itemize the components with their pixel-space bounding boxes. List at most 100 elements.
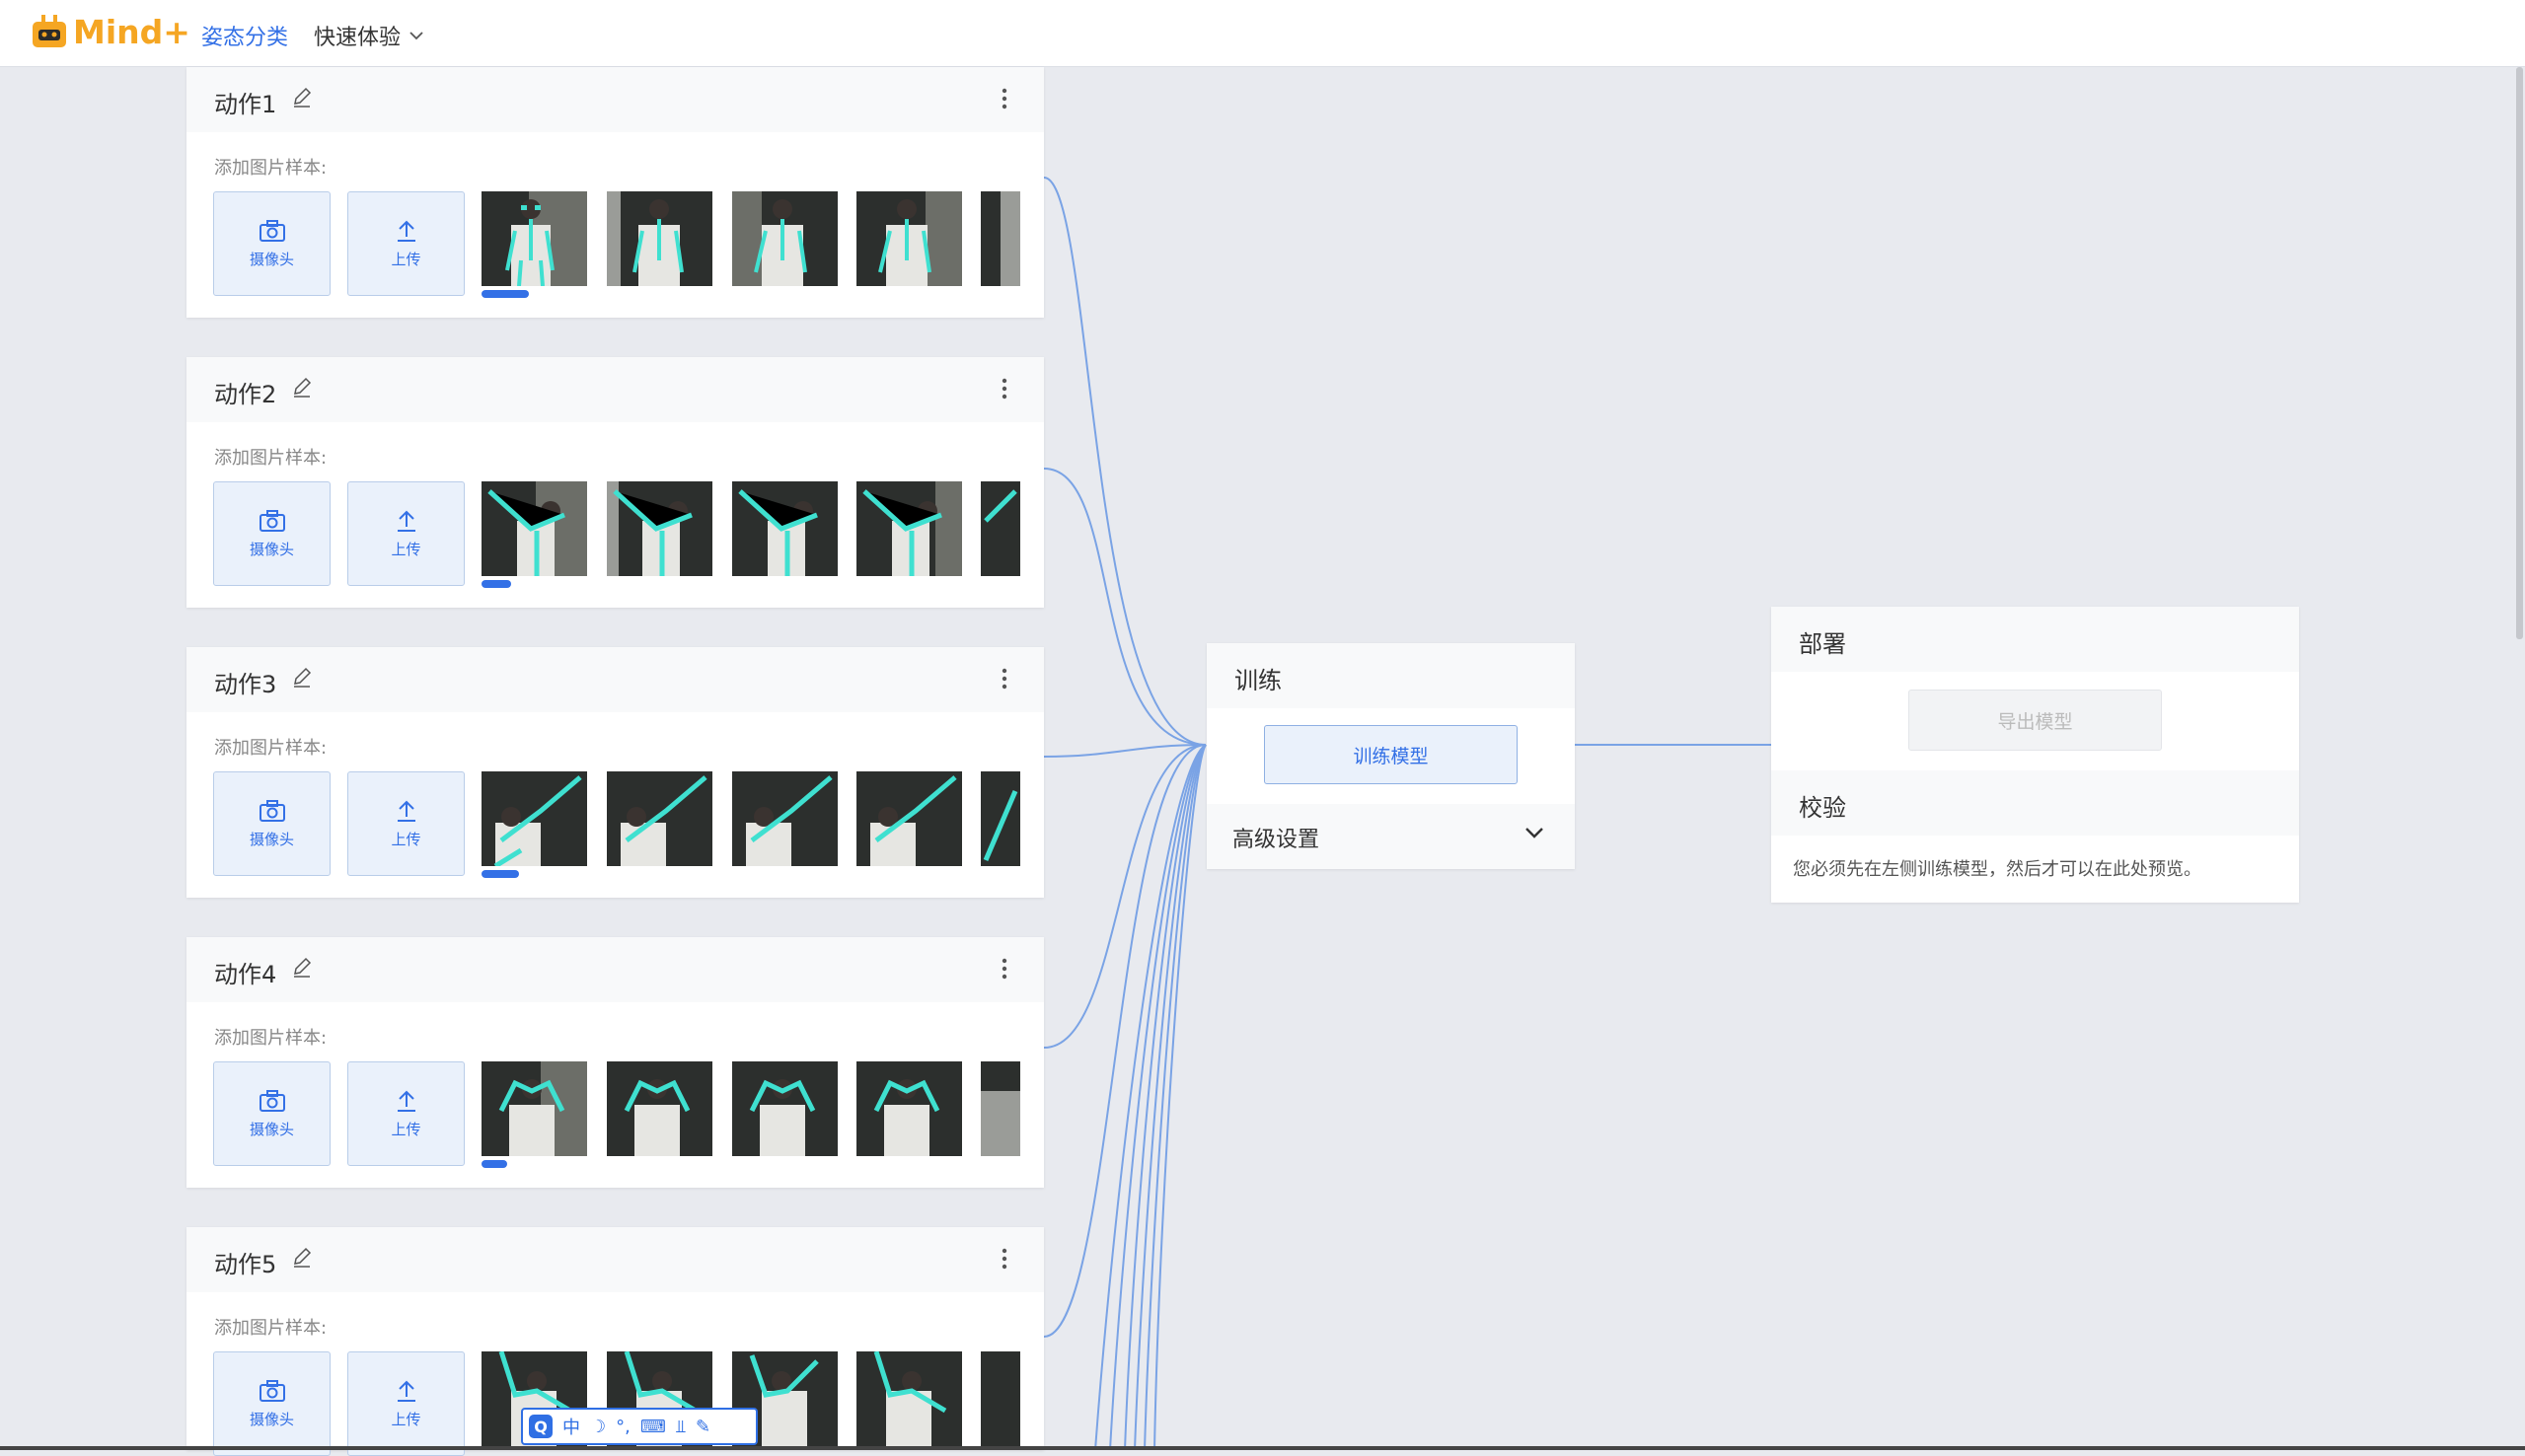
upload-button[interactable]: 上传 xyxy=(347,191,465,296)
train-panel-header: 训练 xyxy=(1207,643,1575,708)
sample-thumbnail[interactable] xyxy=(856,771,962,866)
sample-thumbnail[interactable] xyxy=(607,1061,712,1156)
more-vertical-icon[interactable] xyxy=(1001,667,1008,691)
sample-scroll-indicator[interactable] xyxy=(482,1160,507,1168)
train-model-button[interactable]: 训练模型 xyxy=(1264,725,1518,784)
add-samples-label: 添加图片样本: xyxy=(214,738,328,759)
camera-button[interactable]: 摄像头 xyxy=(213,1351,331,1456)
pose-skeleton xyxy=(870,775,957,866)
upload-button[interactable]: 上传 xyxy=(347,771,465,876)
action-title: 动作4 xyxy=(214,961,277,988)
pencil-icon[interactable] xyxy=(291,377,313,399)
camera-button[interactable]: 摄像头 xyxy=(213,481,331,586)
action-card-4: 动作4 添加图片样本: 摄像头 上传 xyxy=(186,937,1044,1188)
ime-logo-icon[interactable]: Q xyxy=(529,1415,553,1438)
keyboard-icon[interactable]: ⌨ xyxy=(640,1417,666,1437)
sample-thumbnail[interactable] xyxy=(482,1061,587,1156)
sample-thumbnail[interactable] xyxy=(856,1351,962,1446)
pose-skeleton xyxy=(873,1079,940,1156)
camera-button-label: 摄像头 xyxy=(249,540,294,558)
ime-language-toggle[interactable]: 中 xyxy=(562,1414,580,1439)
action-card-header: 动作5 xyxy=(186,1227,1044,1292)
pose-skeleton xyxy=(613,489,693,576)
sample-thumbnail[interactable] xyxy=(981,1061,1020,1156)
more-vertical-icon[interactable] xyxy=(1001,87,1008,110)
sample-thumbnail[interactable] xyxy=(732,481,838,576)
camera-button[interactable]: 摄像头 xyxy=(213,771,331,876)
pose-skeleton xyxy=(738,489,818,576)
upload-button[interactable]: 上传 xyxy=(347,481,465,586)
pose-skeleton xyxy=(632,199,684,286)
sample-thumbnail[interactable] xyxy=(981,191,1020,286)
upload-button[interactable]: 上传 xyxy=(347,1351,465,1456)
camera-button-label: 摄像头 xyxy=(249,830,294,848)
sample-scroll-indicator[interactable] xyxy=(482,870,519,878)
sample-thumbnail[interactable] xyxy=(607,191,712,286)
ime-moon-icon[interactable]: ☽ xyxy=(590,1417,606,1437)
pose-skeleton xyxy=(498,1079,565,1156)
export-model-button[interactable]: 导出模型 xyxy=(1908,690,2162,751)
ime-punctuation-icon[interactable]: °, xyxy=(616,1417,631,1437)
more-vertical-icon[interactable] xyxy=(1001,377,1008,400)
upload-button-label: 上传 xyxy=(391,250,421,268)
action-card-header: 动作3 xyxy=(186,647,1044,712)
sample-thumbnail[interactable] xyxy=(732,771,838,866)
pose-skeleton xyxy=(983,790,1018,861)
sample-thumbnail[interactable] xyxy=(732,191,838,286)
more-vertical-icon[interactable] xyxy=(1001,957,1008,981)
page-scrollbar[interactable] xyxy=(2516,67,2523,639)
action-card-header: 动作1 xyxy=(186,67,1044,132)
add-samples-label: 添加图片样本: xyxy=(214,158,328,179)
sample-scroll-indicator[interactable] xyxy=(482,290,529,298)
sample-thumbnail[interactable] xyxy=(607,771,712,866)
camera-icon xyxy=(259,799,285,822)
action-title: 动作2 xyxy=(214,381,277,408)
sample-thumbnail[interactable] xyxy=(981,771,1020,866)
camera-button-label: 摄像头 xyxy=(249,1120,294,1138)
sample-thumbnail[interactable] xyxy=(482,191,587,286)
action-title: 动作3 xyxy=(214,671,277,698)
advanced-settings-toggle[interactable]: 高级设置 xyxy=(1207,804,1575,869)
upload-icon xyxy=(397,510,415,532)
check-section-header: 校验 xyxy=(1771,770,2299,836)
wrench-icon[interactable]: ✎ xyxy=(696,1417,710,1437)
more-vertical-icon[interactable] xyxy=(1001,1247,1008,1271)
upload-button[interactable]: 上传 xyxy=(347,1061,465,1166)
ime-tools-icon[interactable]: ⫫ xyxy=(676,1417,686,1437)
sample-thumbnail[interactable] xyxy=(607,481,712,576)
sample-thumbnail[interactable] xyxy=(856,481,962,576)
action-card-1: 动作1 添加图片样本: 摄像头 上传 xyxy=(186,67,1044,318)
camera-button[interactable]: 摄像头 xyxy=(213,191,331,296)
pencil-icon[interactable] xyxy=(291,87,313,109)
upload-icon xyxy=(397,800,415,822)
camera-button-label: 摄像头 xyxy=(249,250,294,268)
pencil-icon[interactable] xyxy=(291,667,313,689)
train-panel-title: 训练 xyxy=(1234,667,1282,694)
sample-thumbnail[interactable] xyxy=(856,191,962,286)
upload-icon xyxy=(397,1090,415,1112)
pose-skeleton xyxy=(487,489,565,576)
bottom-edge xyxy=(0,1446,2525,1450)
pose-skeleton xyxy=(624,1079,691,1156)
pose-skeleton xyxy=(873,1351,947,1446)
upload-icon xyxy=(397,1380,415,1402)
upload-button-label: 上传 xyxy=(391,1120,421,1138)
sample-thumbnail[interactable] xyxy=(981,481,1020,576)
sample-thumbnail[interactable] xyxy=(981,1351,1020,1446)
ime-toolbar[interactable]: Q 中 ☽ °, ⌨ ⫫ ✎ xyxy=(521,1408,758,1445)
pencil-icon[interactable] xyxy=(291,1247,313,1269)
sample-thumbnail[interactable] xyxy=(482,481,587,576)
add-samples-label: 添加图片样本: xyxy=(214,1028,328,1049)
camera-button[interactable]: 摄像头 xyxy=(213,1061,331,1166)
action-card-header: 动作4 xyxy=(186,937,1044,1002)
sample-thumbnail[interactable] xyxy=(482,771,587,866)
camera-icon xyxy=(259,1379,285,1402)
pose-skeleton xyxy=(862,489,942,576)
deploy-panel: 部署 导出模型 校验 您必须先在左侧训练模型，然后才可以在此处预览。 xyxy=(1771,607,2299,903)
pose-skeleton xyxy=(749,1079,816,1156)
pencil-icon[interactable] xyxy=(291,957,313,979)
sample-thumbnail[interactable] xyxy=(732,1061,838,1156)
sample-scroll-indicator[interactable] xyxy=(482,580,511,588)
action-card-2: 动作2 添加图片样本: 摄像头 上传 xyxy=(186,357,1044,608)
sample-thumbnail[interactable] xyxy=(856,1061,962,1156)
